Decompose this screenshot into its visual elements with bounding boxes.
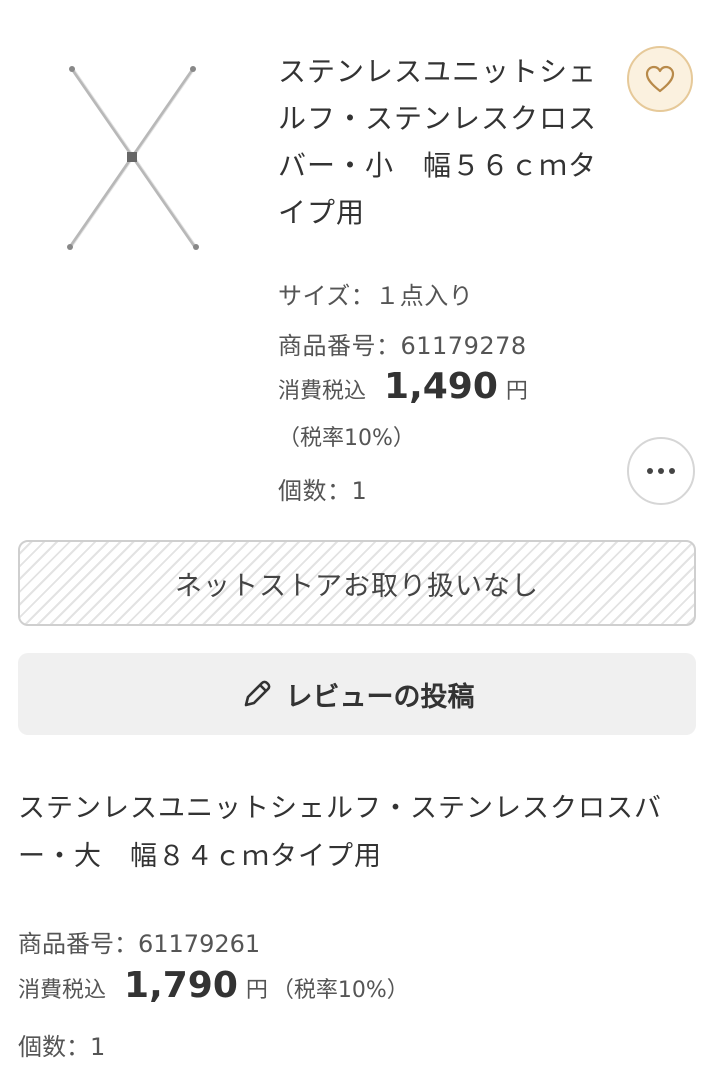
more-dot [669, 468, 675, 474]
pencil-icon [244, 680, 270, 707]
product-title[interactable]: ステンレスユニットシェルフ・ステンレスクロスバー・小 幅５６ｃｍタイプ用 [278, 48, 598, 236]
more-dots-icon [647, 468, 653, 474]
price-unit: 円 [505, 379, 528, 404]
price-row: 消費税込 1,490 円 [278, 366, 528, 407]
tax-rate-2: （税率10%） [271, 978, 409, 1003]
favorite-button[interactable] [627, 46, 693, 112]
price-value-2: 1,790 [124, 965, 238, 1006]
quantity: 個数：1 [278, 477, 368, 505]
price-row-2: 消費税込 1,790 円 （税率10%） [18, 965, 409, 1006]
write-review-button[interactable]: レビューの投稿 [18, 653, 696, 735]
cross-bar-image [20, 48, 250, 273]
heart-icon [645, 65, 675, 93]
tax-rate: （税率10%） [278, 426, 415, 451]
price-value: 1,490 [384, 366, 498, 407]
product-image[interactable] [20, 48, 250, 273]
product-number-2: 商品番号：61179261 [18, 930, 261, 958]
not-available-button: ネットストアお取り扱いなし [18, 540, 696, 626]
product-title-2[interactable]: ステンレスユニットシェルフ・ステンレスクロスバー・大 幅８４ｃｍタイプ用 [18, 785, 698, 881]
review-label: レビューの投稿 [285, 681, 475, 713]
price-label: 消費税込 [278, 379, 367, 404]
product-size: サイズ：１点入り [278, 282, 474, 310]
price-unit-2: 円 [245, 978, 268, 1003]
price-label-2: 消費税込 [18, 978, 107, 1003]
product-number: 商品番号：61179278 [278, 332, 527, 360]
quantity-2: 個数：1 [18, 1033, 106, 1061]
more-dot [658, 468, 664, 474]
more-options-button[interactable] [627, 437, 695, 505]
